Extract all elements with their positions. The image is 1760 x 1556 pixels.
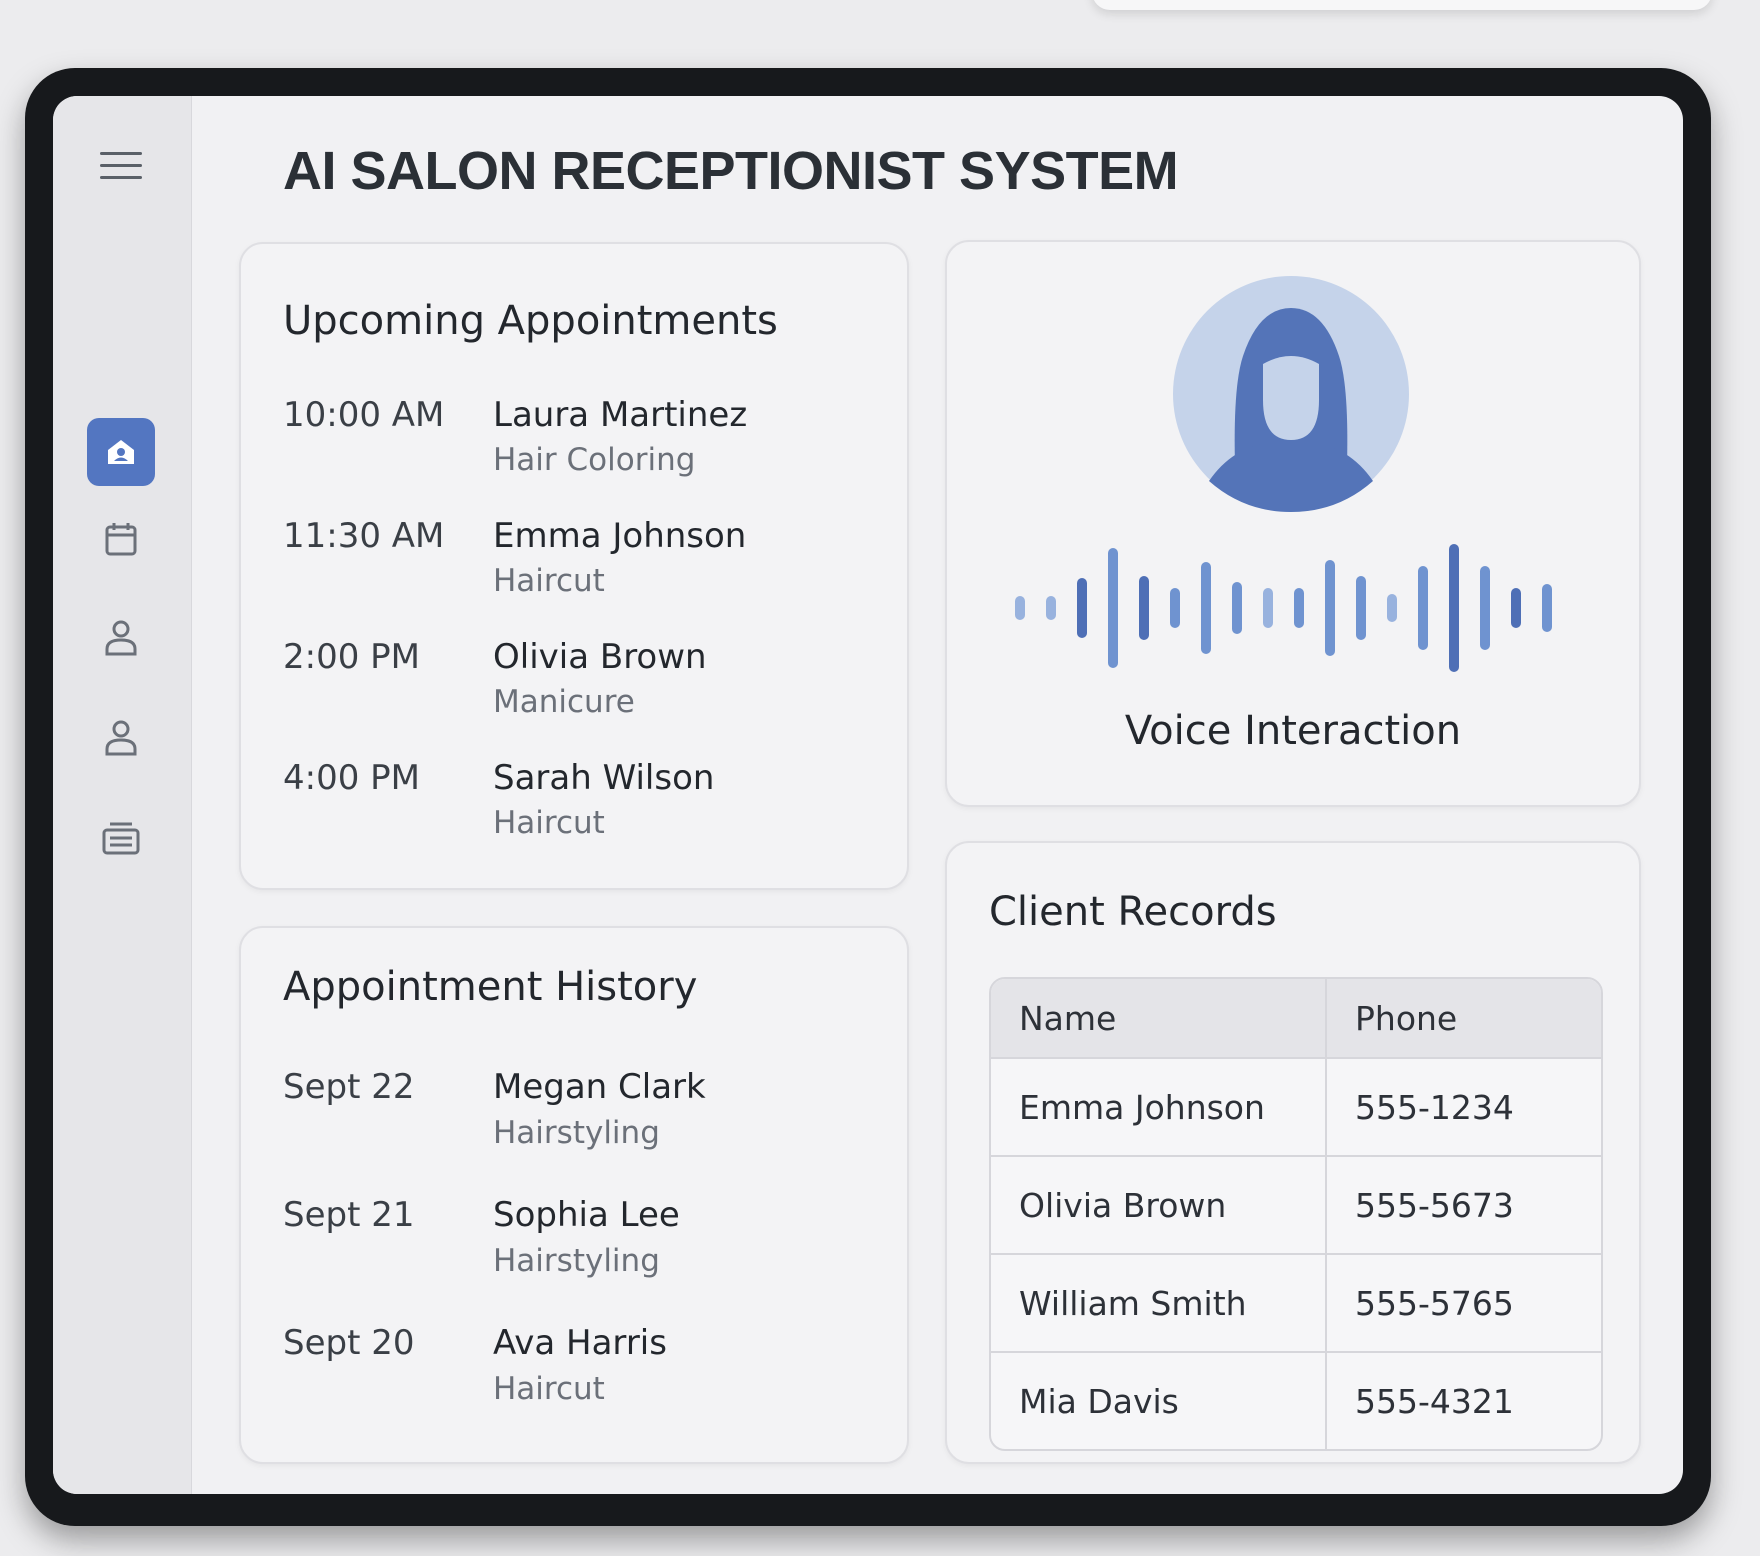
client-name: Sophia Lee — [493, 1195, 680, 1235]
appointment-date: Sept 21 — [283, 1195, 415, 1235]
page-title: AI SALON RECEPTIONIST SYSTEM — [283, 141, 1179, 201]
list-item[interactable]: Sept 21 Sophia Lee Hairstyling — [283, 1194, 877, 1322]
client-name: Ava Harris — [493, 1323, 667, 1363]
card-title: Client Records — [989, 889, 1277, 935]
client-name: Megan Clark — [493, 1067, 706, 1107]
sidebar-item-staff[interactable] — [87, 704, 155, 772]
list-item[interactable]: 4:00 PM Sarah Wilson Haircut — [283, 757, 877, 878]
service-name: Hairstyling — [493, 1243, 660, 1279]
client-name-cell: Olivia Brown — [991, 1157, 1327, 1253]
service-name: Haircut — [493, 563, 605, 599]
list-item[interactable]: Sept 22 Megan Clark Hairstyling — [283, 1066, 877, 1194]
client-name-cell: Emma Johnson — [991, 1059, 1327, 1155]
appointment-date: Sept 22 — [283, 1067, 415, 1107]
sound-wave-icon — [1015, 544, 1552, 672]
voice-interaction-label: Voice Interaction — [1124, 708, 1462, 754]
menu-button[interactable] — [87, 132, 155, 200]
calendar-icon — [105, 523, 137, 556]
client-name-cell: Mia Davis — [991, 1353, 1327, 1449]
client-phone-cell: 555-5673 — [1355, 1185, 1514, 1225]
service-name: Hair Coloring — [493, 442, 696, 478]
client-name: Emma Johnson — [493, 516, 747, 556]
sidebar-item-calendar[interactable] — [87, 505, 155, 573]
client-name: Sarah Wilson — [493, 758, 715, 798]
client-records-card: Client Records Name Phone Emma Johnson 5… — [945, 841, 1641, 1464]
history-list: Sept 22 Megan Clark Hairstyling Sept 21 … — [283, 1066, 877, 1450]
appointment-time: 4:00 PM — [283, 758, 420, 798]
voice-interaction-card[interactable]: Voice Interaction — [945, 240, 1641, 807]
woman-avatar-icon — [1173, 276, 1409, 512]
background-window-edge — [1092, 0, 1712, 10]
list-item[interactable]: 10:00 AM Laura Martinez Hair Coloring — [283, 394, 877, 515]
user-icon — [105, 620, 137, 656]
card-title: Appointment History — [283, 964, 698, 1010]
client-phone-cell: 555-4321 — [1355, 1381, 1514, 1421]
user-icon — [105, 720, 137, 756]
appointment-history-card: Appointment History Sept 22 Megan Clark … — [239, 926, 909, 1464]
list-item[interactable]: 11:30 AM Emma Johnson Haircut — [283, 515, 877, 636]
client-name: Olivia Brown — [493, 637, 707, 677]
appointment-time: 11:30 AM — [283, 516, 445, 556]
table-row[interactable]: Olivia Brown 555-5673 — [991, 1155, 1601, 1253]
appointment-time: 2:00 PM — [283, 637, 420, 677]
service-name: Hairstyling — [493, 1115, 660, 1151]
sidebar-item-records[interactable] — [87, 804, 155, 872]
menu-icon — [100, 152, 142, 179]
list-item[interactable]: Sept 20 Ava Harris Haircut — [283, 1322, 877, 1450]
card-title: Upcoming Appointments — [283, 298, 778, 344]
client-phone-cell: 555-5765 — [1355, 1283, 1514, 1323]
appointment-date: Sept 20 — [283, 1323, 415, 1363]
table-row[interactable]: Emma Johnson 555-1234 — [991, 1057, 1601, 1155]
device-frame: AI SALON RECEPTIONIST SYSTEM Upcoming Ap… — [25, 68, 1711, 1526]
main-content: AI SALON RECEPTIONIST SYSTEM Upcoming Ap… — [191, 96, 1683, 1494]
app-screen: AI SALON RECEPTIONIST SYSTEM Upcoming Ap… — [53, 96, 1683, 1494]
table-row[interactable]: William Smith 555-5765 — [991, 1253, 1601, 1351]
appointment-time: 10:00 AM — [283, 395, 445, 435]
client-name-cell: William Smith — [991, 1255, 1327, 1351]
service-name: Haircut — [493, 805, 605, 841]
service-name: Haircut — [493, 1371, 605, 1407]
table-header: Name Phone — [991, 979, 1601, 1057]
sidebar-item-clients[interactable] — [87, 604, 155, 672]
upcoming-appointments-card: Upcoming Appointments 10:00 AM Laura Mar… — [239, 242, 909, 890]
client-phone-cell: 555-1234 — [1355, 1087, 1514, 1127]
service-name: Manicure — [493, 684, 635, 720]
home-icon — [108, 440, 134, 464]
column-header-phone[interactable]: Phone — [1327, 979, 1601, 1057]
appointment-list: 10:00 AM Laura Martinez Hair Coloring 11… — [283, 394, 877, 878]
client-name: Laura Martinez — [493, 395, 748, 435]
column-header-name[interactable]: Name — [991, 979, 1327, 1057]
list-icon — [102, 822, 140, 855]
client-table: Name Phone Emma Johnson 555-1234 Olivia … — [989, 977, 1603, 1451]
list-item[interactable]: 2:00 PM Olivia Brown Manicure — [283, 636, 877, 757]
table-row[interactable]: Mia Davis 555-4321 — [991, 1351, 1601, 1449]
sidebar — [53, 96, 192, 1494]
sidebar-item-home[interactable] — [87, 418, 155, 486]
